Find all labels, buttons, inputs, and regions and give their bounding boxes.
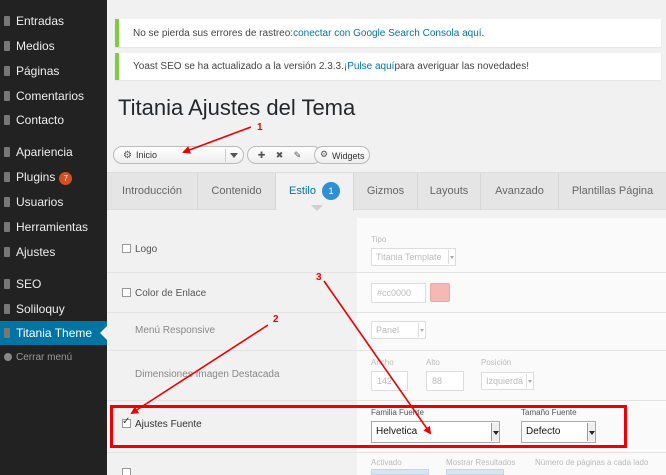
admin-screen: Entradas Medios Páginas Comentarios Cont…	[0, 0, 666, 475]
annotation-arrow-1	[182, 126, 252, 154]
annotation-arrows	[130, 126, 432, 435]
annotation-number-3: 3	[316, 272, 322, 283]
annotation-number-2: 2	[273, 314, 279, 325]
annotation-number-1: 1	[257, 122, 263, 133]
annotation-arrow-2	[130, 324, 269, 415]
annotation-arrow-3	[323, 280, 432, 435]
